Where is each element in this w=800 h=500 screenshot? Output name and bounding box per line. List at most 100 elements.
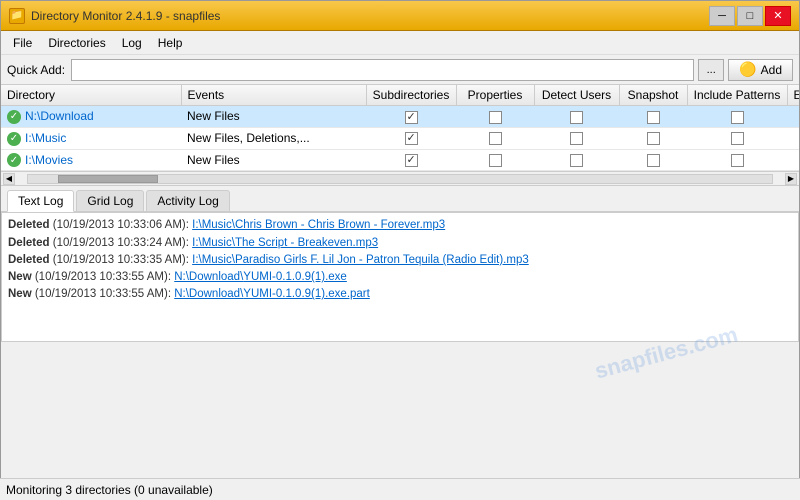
log-path-after[interactable]: The Script - Breakeven.mp3 bbox=[235, 237, 378, 249]
scroll-track[interactable] bbox=[27, 174, 773, 184]
quick-add-input[interactable] bbox=[71, 59, 694, 81]
log-path-base[interactable]: N:\Download\ bbox=[174, 288, 243, 300]
status-icon: ✓ bbox=[7, 110, 21, 124]
log-path-after[interactable]: YUMI-0.1.0.9(1).exe.part bbox=[243, 288, 370, 300]
log-entry: New (10/19/2013 10:33:55 AM): N:\Downloa… bbox=[8, 269, 792, 286]
cell-snapshot bbox=[619, 127, 687, 149]
log-type: New bbox=[8, 288, 32, 300]
log-meta: (10/19/2013 10:33:24 AM): bbox=[50, 237, 193, 249]
cell-exclude bbox=[787, 106, 799, 128]
log-entry: Deleted (10/19/2013 10:33:35 AM): I:\Mus… bbox=[8, 252, 792, 269]
directory-table: Directory Events Subdirectories Properti… bbox=[1, 85, 799, 171]
horizontal-scrollbar[interactable]: ◀ ▶ bbox=[1, 172, 799, 186]
cell-subdirs bbox=[366, 127, 456, 149]
log-path-after[interactable]: Chris Brown - Chris Brown - Forever.mp3 bbox=[235, 219, 445, 231]
menu-item-file[interactable]: File bbox=[5, 34, 40, 52]
col-header-events: Events bbox=[181, 85, 366, 106]
log-path-base[interactable]: I:\Music\ bbox=[192, 237, 235, 249]
maximize-button[interactable]: □ bbox=[737, 6, 763, 26]
log-entry: New (10/19/2013 10:33:55 AM): N:\Downloa… bbox=[8, 286, 792, 303]
checkbox[interactable] bbox=[489, 132, 502, 145]
log-path-after[interactable]: Paradiso Girls F. Lil Jon - Patron Tequi… bbox=[235, 254, 529, 266]
cell-subdirs bbox=[366, 106, 456, 128]
menu-item-log[interactable]: Log bbox=[114, 34, 150, 52]
checkbox[interactable] bbox=[405, 154, 418, 167]
table-header: Directory Events Subdirectories Properti… bbox=[1, 85, 799, 106]
status-icon: ✓ bbox=[7, 132, 21, 146]
log-entry: Deleted (10/19/2013 10:33:06 AM): I:\Mus… bbox=[8, 217, 792, 234]
menu-bar: FileDirectoriesLogHelp bbox=[1, 31, 799, 55]
log-meta: (10/19/2013 10:33:35 AM): bbox=[50, 254, 193, 266]
col-header-snapshot: Snapshot bbox=[619, 85, 687, 106]
directory-link[interactable]: I:\Music bbox=[25, 131, 66, 145]
log-path-base[interactable]: I:\Music\ bbox=[192, 254, 235, 266]
log-area: Deleted (10/19/2013 10:33:06 AM): I:\Mus… bbox=[1, 212, 799, 342]
scroll-left-button[interactable]: ◀ bbox=[3, 173, 15, 185]
checkbox[interactable] bbox=[647, 132, 660, 145]
table-row[interactable]: ✓ I:\Movies New Files bbox=[1, 149, 799, 171]
log-type: New bbox=[8, 271, 32, 283]
checkbox[interactable] bbox=[731, 132, 744, 145]
browse-button[interactable]: ... bbox=[698, 59, 724, 81]
window-controls: ─ □ ✕ bbox=[709, 6, 791, 26]
checkbox[interactable] bbox=[731, 154, 744, 167]
checkbox[interactable] bbox=[570, 154, 583, 167]
tab-activity-log[interactable]: Activity Log bbox=[146, 190, 229, 211]
checkbox[interactable] bbox=[731, 111, 744, 124]
table-row[interactable]: ✓N:\DownloadNew Files bbox=[1, 106, 799, 128]
log-type: Deleted bbox=[8, 254, 50, 266]
cell-detect-users bbox=[534, 149, 619, 171]
tab-text-log[interactable]: Text Log bbox=[7, 190, 74, 212]
cell-detect-users bbox=[534, 106, 619, 128]
log-meta: (10/19/2013 10:33:55 AM): bbox=[32, 271, 175, 283]
directory-link[interactable]: N:\Download bbox=[25, 109, 94, 123]
table-area: Directory Events Subdirectories Properti… bbox=[1, 85, 799, 172]
scroll-thumb[interactable] bbox=[58, 175, 158, 183]
cell-detect-users bbox=[534, 127, 619, 149]
title-bar: 📁 Directory Monitor 2.4.1.9 - snapfiles … bbox=[1, 1, 799, 31]
checkbox[interactable] bbox=[570, 132, 583, 145]
log-path-after[interactable]: YUMI-0.1.0.9(1).exe bbox=[243, 271, 347, 283]
scroll-right-button[interactable]: ▶ bbox=[785, 173, 797, 185]
menu-item-help[interactable]: Help bbox=[150, 34, 191, 52]
col-header-directory: Directory bbox=[1, 85, 181, 106]
table-body: ✓N:\DownloadNew Files✓I:\MusicNew Files,… bbox=[1, 106, 799, 171]
log-meta: (10/19/2013 10:33:06 AM): bbox=[50, 219, 193, 231]
checkbox[interactable] bbox=[489, 154, 502, 167]
cell-exclude bbox=[787, 127, 799, 149]
checkbox[interactable] bbox=[647, 111, 660, 124]
cell-properties bbox=[456, 127, 534, 149]
add-button[interactable]: 🟡 Add bbox=[728, 59, 793, 81]
log-path-base[interactable]: N:\Download\ bbox=[174, 271, 243, 283]
checkbox[interactable] bbox=[489, 111, 502, 124]
checkbox[interactable] bbox=[647, 154, 660, 167]
status-icon: ✓ bbox=[7, 153, 21, 167]
col-header-include: Include Patterns bbox=[687, 85, 787, 106]
cell-include bbox=[687, 149, 787, 171]
table-row[interactable]: ✓I:\MusicNew Files, Deletions,... bbox=[1, 127, 799, 149]
tab-grid-log[interactable]: Grid Log bbox=[76, 190, 144, 211]
cell-properties bbox=[456, 149, 534, 171]
directory-link[interactable]: I:\Movies bbox=[25, 153, 73, 167]
add-icon: 🟡 bbox=[739, 61, 756, 78]
col-header-properties: Properties bbox=[456, 85, 534, 106]
col-header-detect-users: Detect Users bbox=[534, 85, 619, 106]
minimize-button[interactable]: ─ bbox=[709, 6, 735, 26]
quick-add-bar: Quick Add: ... 🟡 Add bbox=[1, 55, 799, 85]
cell-events: New Files bbox=[181, 149, 366, 171]
log-entry: Deleted (10/19/2013 10:33:24 AM): I:\Mus… bbox=[8, 235, 792, 252]
col-header-subdirectories: Subdirectories bbox=[366, 85, 456, 106]
quick-add-label: Quick Add: bbox=[7, 63, 65, 77]
menu-item-directories[interactable]: Directories bbox=[40, 34, 113, 52]
close-button[interactable]: ✕ bbox=[765, 6, 791, 26]
status-text: Monitoring 3 directories (0 unavailable) bbox=[6, 483, 213, 497]
cell-directory: ✓ I:\Music bbox=[1, 127, 181, 149]
col-header-exclude: Exclude Patterns bbox=[787, 85, 799, 106]
checkbox[interactable] bbox=[570, 111, 583, 124]
log-path-base[interactable]: I:\Music\ bbox=[192, 219, 235, 231]
cell-directory: ✓ N:\Download bbox=[1, 106, 181, 128]
checkbox[interactable] bbox=[405, 132, 418, 145]
status-bar: Monitoring 3 directories (0 unavailable) bbox=[0, 478, 800, 500]
checkbox[interactable] bbox=[405, 111, 418, 124]
cell-directory: ✓ I:\Movies bbox=[1, 149, 181, 171]
